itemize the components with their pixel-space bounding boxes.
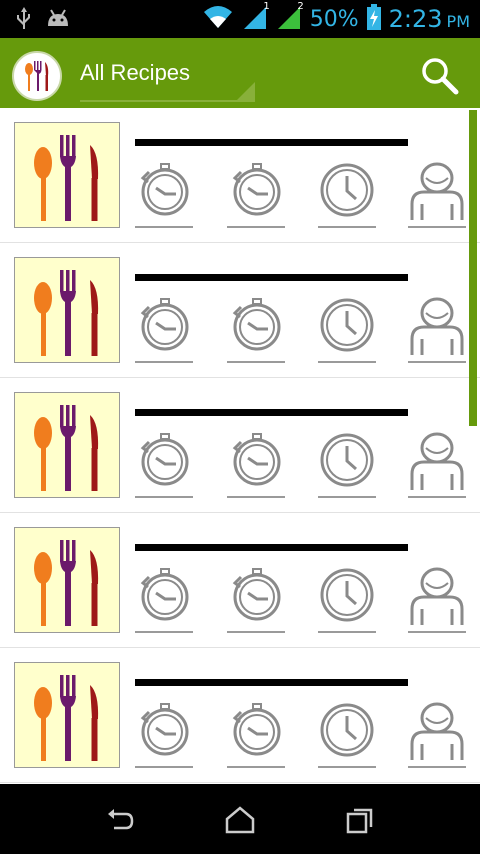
cutlery-thumbnail [14,662,120,768]
recipe-list-item[interactable] [0,378,480,513]
cutlery-thumbnail [14,392,120,498]
spinner-underline [80,100,255,102]
spinner-title: All Recipes [80,60,191,85]
search-icon[interactable] [420,56,460,96]
home-icon[interactable] [224,804,256,836]
scrollbar[interactable] [469,110,477,426]
servings-person-icon [408,293,466,363]
recipe-title-placeholder [135,274,408,281]
meta-value-underline [227,226,285,228]
usb-icon [16,6,32,34]
meta-value-underline [408,361,466,363]
meta-value-underline [408,766,466,768]
recipe-title-placeholder [135,139,408,146]
prep-timer-icon [135,698,193,768]
meta-value-underline [135,496,193,498]
cook-timer-icon [227,428,285,498]
servings-person-icon [408,158,466,228]
recipe-title-placeholder [135,409,408,416]
cook-timer-icon [227,158,285,228]
total-time-clock-icon [318,293,376,363]
status-bar: 1 2 50% 2:23 PM [0,0,480,38]
meta-value-underline [227,631,285,633]
spinner-dropdown-icon [237,82,255,100]
prep-timer-icon [135,563,193,633]
meta-value-underline [318,226,376,228]
servings-person-icon [408,563,466,633]
total-time-clock-icon [318,428,376,498]
signal-1-label: 1 [263,1,270,12]
servings-person-icon [408,428,466,498]
navigation-bar [0,784,480,854]
recipe-list-item[interactable] [0,108,480,243]
total-time-clock-icon [318,698,376,768]
signal-2-icon: 2 [276,1,304,35]
recipe-list-item[interactable] [0,513,480,648]
recent-apps-icon[interactable] [344,804,376,836]
recipe-list[interactable] [0,108,480,784]
meta-value-underline [318,766,376,768]
clock: 2:23 PM [389,5,470,33]
clock-ampm: PM [446,12,470,31]
meta-value-underline [408,496,466,498]
meta-value-underline [408,631,466,633]
prep-timer-icon [135,158,193,228]
clock-time: 2:23 [388,5,443,33]
cutlery-thumbnail [14,527,120,633]
recipe-filter-spinner[interactable]: All Recipes [80,50,255,102]
cook-timer-icon [227,698,285,768]
meta-value-underline [227,361,285,363]
prep-timer-icon [135,293,193,363]
meta-value-underline [227,766,285,768]
meta-value-underline [318,361,376,363]
signal-1-icon: 1 [242,1,270,35]
battery-charging-icon [366,4,381,34]
battery-percent: 50% [309,6,359,32]
recipe-list-item[interactable] [0,648,480,783]
meta-value-underline [408,226,466,228]
meta-value-underline [227,496,285,498]
cook-timer-icon [227,563,285,633]
cutlery-logo-icon[interactable] [12,51,62,101]
meta-value-underline [318,631,376,633]
meta-value-underline [318,496,376,498]
prep-timer-icon [135,428,193,498]
recipe-title-placeholder [135,679,408,686]
meta-value-underline [135,766,193,768]
recipe-list-item[interactable] [0,243,480,378]
android-icon [46,8,70,32]
meta-value-underline [135,361,193,363]
meta-value-underline [135,631,193,633]
action-bar: All Recipes [0,38,480,108]
meta-value-underline [135,226,193,228]
servings-person-icon [408,698,466,768]
total-time-clock-icon [318,158,376,228]
recipe-title-placeholder [135,544,408,551]
total-time-clock-icon [318,563,376,633]
cook-timer-icon [227,293,285,363]
signal-2-label: 2 [297,1,304,12]
cutlery-thumbnail [14,257,120,363]
back-icon[interactable] [104,804,136,836]
cutlery-thumbnail [14,122,120,228]
wifi-icon [202,4,234,34]
